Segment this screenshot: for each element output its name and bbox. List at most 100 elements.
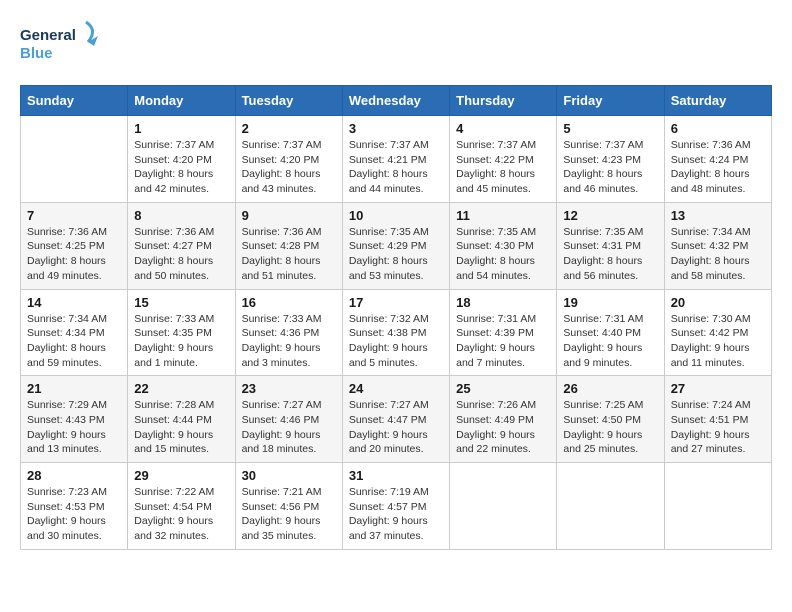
page-header: General Blue [20,20,772,69]
day-info: Sunrise: 7:36 AMSunset: 4:27 PMDaylight:… [134,225,228,284]
logo-svg: General Blue [20,20,110,64]
day-number: 9 [242,208,336,223]
calendar-cell: 11 Sunrise: 7:35 AMSunset: 4:30 PMDayligh… [450,202,557,289]
day-number: 6 [671,121,765,136]
day-number: 27 [671,381,765,396]
day-number: 23 [242,381,336,396]
day-info: Sunrise: 7:34 AMSunset: 4:32 PMDaylight:… [671,225,765,284]
day-info: Sunrise: 7:23 AMSunset: 4:53 PMDaylight:… [27,485,121,544]
calendar-cell: 17Sunrise: 7:32 AMSunset: 4:38 PMDayligh… [342,289,449,376]
day-info: Sunrise: 7:25 AMSunset: 4:50 PMDaylight:… [563,398,657,457]
calendar-cell: 27Sunrise: 7:24 AMSunset: 4:51 PMDayligh… [664,376,771,463]
day-info: Sunrise: 7:37 AMSunset: 4:20 PMDaylight:… [242,138,336,197]
weekday-header-row: SundayMondayTuesdayWednesdayThursdayFrid… [21,86,772,116]
day-info: Sunrise: 7:27 AMSunset: 4:46 PMDaylight:… [242,398,336,457]
svg-text:General: General [20,27,76,44]
day-info: Sunrise: 7:26 AMSunset: 4:49 PMDaylight:… [456,398,550,457]
day-number: 22 [134,381,228,396]
calendar-cell: 23 Sunrise: 7:27 AMSunset: 4:46 PMDayligh… [235,376,342,463]
day-number: 21 [27,381,121,396]
day-number: 18 [456,295,550,310]
day-number: 3 [349,121,443,136]
day-info: Sunrise: 7:28 AMSunset: 4:44 PMDaylight:… [134,398,228,457]
week-row-4: 21Sunrise: 7:29 AMSunset: 4:43 PMDayligh… [21,376,772,463]
calendar-cell [450,463,557,550]
day-number: 15 [134,295,228,310]
weekday-header-thursday: Thursday [450,86,557,116]
day-info: Sunrise: 7:36 AMSunset: 4:25 PMDaylight:… [27,225,121,284]
calendar-cell: 8 Sunrise: 7:36 AMSunset: 4:27 PMDaylight… [128,202,235,289]
day-info: Sunrise: 7:22 AMSunset: 4:54 PMDaylight:… [134,485,228,544]
week-row-1: 1 Sunrise: 7:37 AMSunset: 4:20 PMDaylight… [21,116,772,203]
weekday-header-tuesday: Tuesday [235,86,342,116]
calendar-cell: 28Sunrise: 7:23 AMSunset: 4:53 PMDayligh… [21,463,128,550]
day-info: Sunrise: 7:35 AMSunset: 4:31 PMDaylight:… [563,225,657,284]
weekday-header-sunday: Sunday [21,86,128,116]
day-info: Sunrise: 7:33 AMSunset: 4:36 PMDaylight:… [242,312,336,371]
calendar-cell: 6 Sunrise: 7:36 AMSunset: 4:24 PMDaylight… [664,116,771,203]
day-info: Sunrise: 7:36 AMSunset: 4:24 PMDaylight:… [671,138,765,197]
day-info: Sunrise: 7:35 AMSunset: 4:29 PMDaylight:… [349,225,443,284]
weekday-header-monday: Monday [128,86,235,116]
day-number: 29 [134,468,228,483]
calendar-cell: 20 Sunrise: 7:30 AMSunset: 4:42 PMDayligh… [664,289,771,376]
day-number: 16 [242,295,336,310]
calendar-cell: 22 Sunrise: 7:28 AMSunset: 4:44 PMDayligh… [128,376,235,463]
calendar-cell: 9 Sunrise: 7:36 AMSunset: 4:28 PMDaylight… [235,202,342,289]
calendar-cell: 21Sunrise: 7:29 AMSunset: 4:43 PMDayligh… [21,376,128,463]
week-row-5: 28Sunrise: 7:23 AMSunset: 4:53 PMDayligh… [21,463,772,550]
calendar-cell: 2 Sunrise: 7:37 AMSunset: 4:20 PMDaylight… [235,116,342,203]
calendar-cell: 10 Sunrise: 7:35 AMSunset: 4:29 PMDayligh… [342,202,449,289]
day-number: 26 [563,381,657,396]
day-number: 31 [349,468,443,483]
day-number: 19 [563,295,657,310]
calendar-cell: 18 Sunrise: 7:31 AMSunset: 4:39 PMDayligh… [450,289,557,376]
week-row-3: 14Sunrise: 7:34 AMSunset: 4:34 PMDayligh… [21,289,772,376]
calendar-cell: 5 Sunrise: 7:37 AMSunset: 4:23 PMDaylight… [557,116,664,203]
weekday-header-saturday: Saturday [664,86,771,116]
day-number: 8 [134,208,228,223]
day-info: Sunrise: 7:30 AMSunset: 4:42 PMDaylight:… [671,312,765,371]
logo: General Blue [20,20,110,69]
day-info: Sunrise: 7:35 AMSunset: 4:30 PMDaylight:… [456,225,550,284]
day-number: 13 [671,208,765,223]
day-info: Sunrise: 7:31 AMSunset: 4:40 PMDaylight:… [563,312,657,371]
calendar-table: SundayMondayTuesdayWednesdayThursdayFrid… [20,85,772,550]
day-number: 12 [563,208,657,223]
weekday-header-friday: Friday [557,86,664,116]
day-info: Sunrise: 7:31 AMSunset: 4:39 PMDaylight:… [456,312,550,371]
day-info: Sunrise: 7:37 AMSunset: 4:23 PMDaylight:… [563,138,657,197]
day-number: 25 [456,381,550,396]
day-number: 24 [349,381,443,396]
day-number: 1 [134,121,228,136]
day-info: Sunrise: 7:37 AMSunset: 4:20 PMDaylight:… [134,138,228,197]
calendar-cell: 30Sunrise: 7:21 AMSunset: 4:56 PMDayligh… [235,463,342,550]
day-number: 11 [456,208,550,223]
calendar-cell: 3 Sunrise: 7:37 AMSunset: 4:21 PMDaylight… [342,116,449,203]
day-number: 20 [671,295,765,310]
calendar-cell: 24Sunrise: 7:27 AMSunset: 4:47 PMDayligh… [342,376,449,463]
day-number: 5 [563,121,657,136]
calendar-cell: 12 Sunrise: 7:35 AMSunset: 4:31 PMDayligh… [557,202,664,289]
week-row-2: 7 Sunrise: 7:36 AMSunset: 4:25 PMDaylight… [21,202,772,289]
calendar-cell: 31Sunrise: 7:19 AMSunset: 4:57 PMDayligh… [342,463,449,550]
calendar-cell [557,463,664,550]
calendar-cell: 25 Sunrise: 7:26 AMSunset: 4:49 PMDayligh… [450,376,557,463]
calendar-cell [664,463,771,550]
calendar-cell: 16 Sunrise: 7:33 AMSunset: 4:36 PMDayligh… [235,289,342,376]
calendar-cell [21,116,128,203]
calendar-cell: 4Sunrise: 7:37 AMSunset: 4:22 PMDaylight… [450,116,557,203]
day-number: 2 [242,121,336,136]
svg-text:Blue: Blue [20,45,53,62]
day-info: Sunrise: 7:37 AMSunset: 4:22 PMDaylight:… [456,138,550,197]
calendar-cell: 7 Sunrise: 7:36 AMSunset: 4:25 PMDaylight… [21,202,128,289]
day-info: Sunrise: 7:36 AMSunset: 4:28 PMDaylight:… [242,225,336,284]
day-number: 7 [27,208,121,223]
calendar-cell: 14Sunrise: 7:34 AMSunset: 4:34 PMDayligh… [21,289,128,376]
calendar-cell: 19 Sunrise: 7:31 AMSunset: 4:40 PMDayligh… [557,289,664,376]
day-number: 10 [349,208,443,223]
weekday-header-wednesday: Wednesday [342,86,449,116]
day-info: Sunrise: 7:37 AMSunset: 4:21 PMDaylight:… [349,138,443,197]
day-info: Sunrise: 7:33 AMSunset: 4:35 PMDaylight:… [134,312,228,371]
calendar-cell: 26 Sunrise: 7:25 AMSunset: 4:50 PMDayligh… [557,376,664,463]
